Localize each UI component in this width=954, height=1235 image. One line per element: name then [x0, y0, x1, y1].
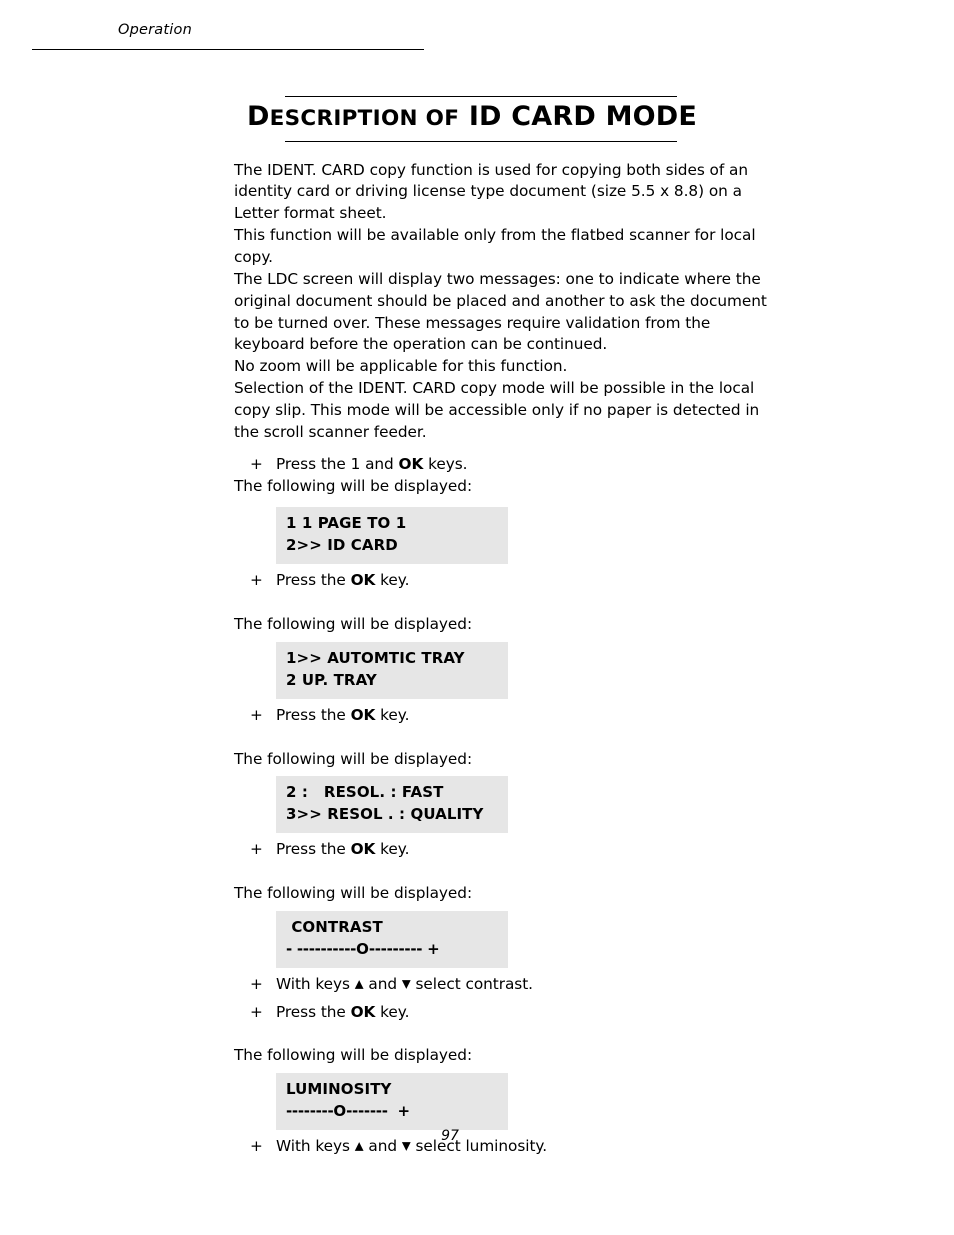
running-header-title: Operation — [118, 22, 192, 38]
step-text-pre: Press the — [276, 705, 351, 724]
step-text-post: key. — [375, 840, 410, 859]
title-smallcaps: ESCRIPTION — [269, 106, 418, 131]
key-label-ok: OK — [350, 1002, 376, 1021]
lcd-line-1: 2 : RESOL. : FAST — [286, 783, 444, 802]
lcd-line-1: LUMINOSITY — [286, 1080, 392, 1099]
lcd-line-2: 2>> ID CARD — [286, 536, 398, 555]
intro-line-1: The following will be displayed: — [234, 476, 473, 495]
title-rule-bottom — [285, 140, 677, 142]
bullet-marker-icon: + — [250, 840, 263, 859]
intro-line-3: The following will be displayed: — [234, 749, 473, 768]
key-label-ok: OK — [350, 705, 376, 724]
bullet-marker-icon: + — [250, 454, 263, 473]
key-label-ok: OK — [350, 840, 376, 859]
step-press-ok-1: + Press the OK key. — [234, 570, 779, 592]
step-press-1-and-ok: + Press the 1 and OK keys. — [234, 454, 779, 476]
bullet-marker-icon: + — [250, 974, 263, 993]
title-main: ID CARD MODE — [468, 101, 698, 132]
lcd-contrast-slider: - ----------O--------- + — [286, 939, 440, 958]
step-text: Press the OK key. — [276, 571, 409, 589]
step-text: Press the 1 and OK keys. — [276, 454, 468, 473]
bullet-marker-icon: + — [250, 705, 263, 724]
lcd-line-2: 3>> RESOL . : QUALITY — [286, 805, 484, 824]
page-number: 97 — [441, 1128, 459, 1144]
title-of: OF — [425, 106, 460, 131]
lcd-screen-tray: 1>> AUTOMTIC TRAY 2 UP. TRAY — [276, 641, 508, 699]
intro-line-2: The following will be displayed: — [234, 615, 473, 634]
step-text-pre: Press the — [276, 840, 351, 859]
step-text-pre: Press the — [276, 571, 351, 590]
lcd-screen-resolution: 2 : RESOL. : FAST 3>> RESOL . : QUALITY — [276, 776, 508, 834]
step-press-ok-2: + Press the OK key. — [234, 705, 779, 727]
step-text-post: key. — [375, 1002, 410, 1021]
bullet-marker-icon: + — [250, 1002, 263, 1021]
lcd-line-1: 1>> AUTOMTIC TRAY — [286, 648, 465, 667]
page-title: DESCRIPTION OF ID CARD MODE — [234, 97, 779, 137]
paragraph-intro-5: Selection of the IDENT. CARD copy mode w… — [234, 379, 760, 441]
step-text-post: key. — [375, 705, 410, 724]
step-select-contrast: + With keys ▲ and ▼ select contrast. — [234, 974, 779, 996]
step-text-post: keys. — [423, 454, 468, 473]
title-initial: D — [247, 101, 270, 132]
step-text-and: and — [363, 974, 402, 993]
step-press-ok-4: + Press the OK key. — [234, 1002, 779, 1024]
lcd-screen-contrast: CONTRAST - ----------O--------- + — [276, 910, 508, 968]
step-text-pre: With keys — [276, 974, 355, 993]
header-rule — [32, 49, 424, 51]
intro-line-5: The following will be displayed: — [234, 1046, 473, 1065]
lcd-line-2: 2 UP. TRAY — [286, 670, 377, 689]
step-text-post: key. — [375, 571, 410, 590]
step-text: Press the OK key. — [276, 840, 409, 858]
lcd-luminosity-slider: --------O------- + — [286, 1102, 410, 1121]
step-text: Press the OK key. — [276, 1003, 409, 1021]
bullet-marker-icon: + — [250, 571, 263, 590]
page-content: DESCRIPTION OF ID CARD MODE The IDENT. C… — [234, 96, 779, 1158]
lcd-screen-luminosity: LUMINOSITY --------O------- + — [276, 1073, 508, 1131]
chapter-title-block: DESCRIPTION OF ID CARD MODE — [234, 96, 779, 142]
step-text-pre: Press the 1 and — [276, 454, 399, 473]
paragraph-intro-2: This function will be available only fro… — [234, 226, 756, 266]
paragraph-intro-3: The LDC screen will display two messages… — [234, 269, 767, 354]
step-text-post: select contrast. — [410, 974, 534, 993]
arrow-up-icon: ▲ — [354, 976, 364, 991]
paragraph-intro-1: The IDENT. CARD copy function is used fo… — [234, 160, 748, 223]
step-text: With keys ▲ and ▼ select contrast. — [276, 975, 533, 993]
title-spacer — [418, 106, 426, 131]
lcd-screen-page-to-1: 1 1 PAGE TO 1 2>> ID CARD — [276, 507, 508, 565]
key-label-ok: OK — [398, 454, 424, 473]
page-header: Operation — [32, 22, 424, 51]
paragraph-intro-4: No zoom will be applicable for this func… — [234, 357, 568, 376]
step-text: Press the OK key. — [276, 706, 409, 724]
step-press-ok-3: + Press the OK key. — [234, 839, 779, 861]
intro-line-4: The following will be displayed: — [234, 884, 473, 903]
lcd-line-1: CONTRAST — [286, 917, 383, 936]
step-text-pre: Press the — [276, 1002, 351, 1021]
lcd-line-1: 1 1 PAGE TO 1 — [286, 514, 407, 533]
key-label-ok: OK — [350, 571, 376, 590]
arrow-down-icon: ▼ — [401, 976, 411, 991]
title-spacer-2 — [459, 101, 469, 132]
